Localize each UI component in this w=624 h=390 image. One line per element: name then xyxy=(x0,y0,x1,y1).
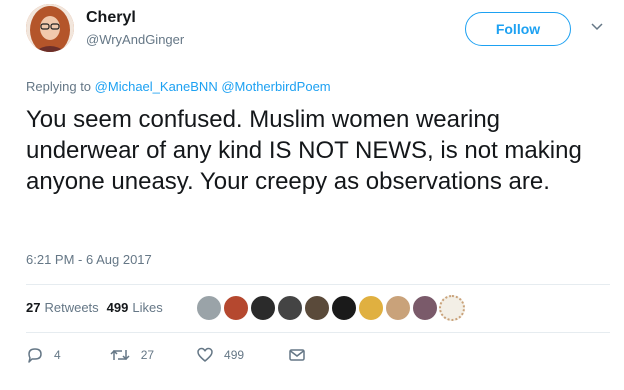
liker-avatar-1[interactable] xyxy=(196,295,222,321)
retweet-icon xyxy=(109,346,131,364)
like-count: 499 xyxy=(224,348,245,362)
author-name[interactable]: Cheryl xyxy=(86,9,136,27)
mention-link[interactable]: @MotherbirdPoem xyxy=(221,79,330,94)
tweet-text: You seem confused. Muslim women wearing … xyxy=(26,106,582,195)
tweet-timestamp[interactable]: 6:21 PM - 6 Aug 2017 xyxy=(26,252,152,267)
liker-avatars xyxy=(196,295,465,321)
direct-message-button[interactable] xyxy=(288,347,306,363)
replying-to-label: Replying to xyxy=(26,79,92,94)
liker-avatar-10[interactable] xyxy=(439,295,465,321)
liker-avatar-8[interactable] xyxy=(385,295,411,321)
heart-icon xyxy=(196,346,214,364)
reply-count: 4 xyxy=(54,348,61,362)
engagement-stats: 27 Retweets 499 Likes xyxy=(26,300,171,315)
likes-stat[interactable]: 499 Likes xyxy=(107,300,163,315)
chevron-down-icon[interactable] xyxy=(590,20,604,34)
follow-button[interactable]: Follow xyxy=(465,12,571,46)
retweets-stat[interactable]: 27 Retweets xyxy=(26,300,99,315)
author-handle[interactable]: @WryAndGinger xyxy=(86,32,184,47)
liker-avatar-2[interactable] xyxy=(223,295,249,321)
message-icon xyxy=(288,347,306,363)
replying-to: Replying to @Michael_KaneBNN @Motherbird… xyxy=(26,79,331,94)
liker-avatar-9[interactable] xyxy=(412,295,438,321)
like-button[interactable]: 499 xyxy=(196,346,244,364)
liker-avatar-7[interactable] xyxy=(358,295,384,321)
likes-label: Likes xyxy=(132,300,163,315)
reply-button[interactable]: 4 xyxy=(26,346,61,364)
liker-avatar-4[interactable] xyxy=(277,295,303,321)
tweet-actions: 4 27 499 xyxy=(26,346,306,364)
liker-avatar-3[interactable] xyxy=(250,295,276,321)
retweets-label: Retweets xyxy=(44,300,99,315)
retweets-count: 27 xyxy=(26,300,41,315)
mention-link[interactable]: @Michael_KaneBNN xyxy=(95,79,218,94)
retweet-button[interactable]: 27 xyxy=(109,346,154,364)
likes-count: 499 xyxy=(106,300,129,315)
liker-avatar-6[interactable] xyxy=(331,295,357,321)
reply-icon xyxy=(26,346,44,364)
author-avatar[interactable] xyxy=(26,4,74,52)
divider xyxy=(26,332,610,333)
retweet-count: 27 xyxy=(140,348,155,362)
divider xyxy=(26,284,610,285)
liker-avatar-5[interactable] xyxy=(304,295,330,321)
